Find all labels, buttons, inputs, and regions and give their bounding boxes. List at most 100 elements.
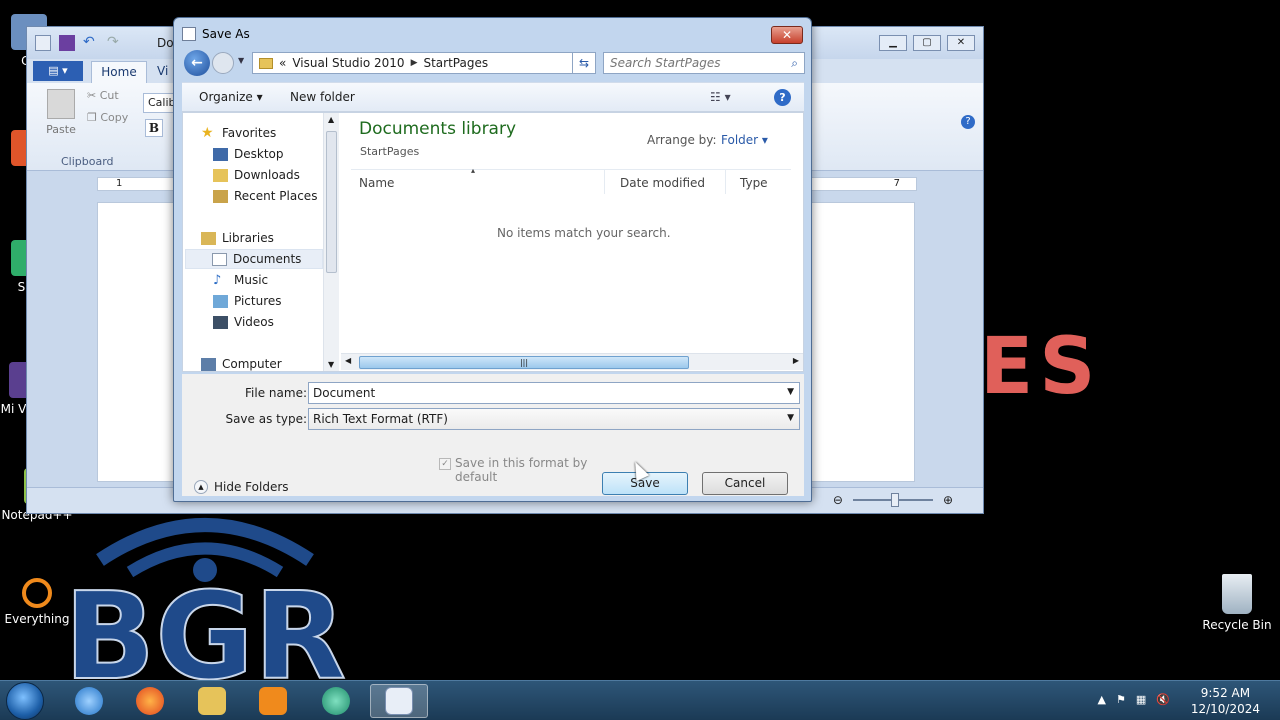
volume-muted-icon[interactable]: 🔇 — [1156, 693, 1170, 706]
file-name-dropdown-icon[interactable]: ▼ — [787, 387, 794, 397]
app-icon — [322, 687, 350, 715]
file-name-input[interactable]: Document ▼ — [308, 382, 800, 404]
tab-home[interactable]: Home — [91, 61, 147, 83]
search-box[interactable]: ⌕ — [603, 52, 805, 74]
save-type-dropdown-icon[interactable]: ▼ — [787, 413, 794, 423]
new-folder-button[interactable]: New folder — [290, 90, 355, 104]
breadcrumb-visual-studio[interactable]: Visual Studio 2010 — [292, 56, 404, 70]
file-name-row: File name: Document ▼ — [182, 382, 804, 404]
search-icon[interactable]: ⌕ — [791, 56, 798, 71]
network-icon[interactable]: ▦ — [1136, 693, 1146, 706]
nav-libraries[interactable]: Libraries — [201, 228, 274, 248]
show-hidden-icons-icon[interactable]: ▲ — [1098, 693, 1106, 706]
desktop-icon-label: Recycle Bin — [1202, 618, 1272, 632]
zoom-in-icon[interactable]: ⊕ — [943, 493, 953, 507]
column-divider[interactable] — [604, 170, 605, 194]
nav-recent-places[interactable]: Recent Places — [213, 186, 317, 206]
dialog-title: Save As — [202, 27, 250, 41]
scroll-right-icon[interactable]: ▶ — [793, 356, 799, 365]
nav-music[interactable]: ♪ Music — [213, 270, 268, 290]
tab-view[interactable]: Vi — [157, 64, 168, 78]
desktop-icon — [213, 147, 228, 161]
column-divider[interactable] — [725, 170, 726, 194]
change-view-button[interactable]: ☷ ▾ — [710, 90, 731, 104]
recent-places-icon — [213, 189, 228, 203]
save-format-default-checkbox[interactable]: ✓ Save in this format by default — [439, 456, 589, 484]
nav-label: Music — [234, 273, 269, 287]
zoom-slider[interactable] — [852, 493, 933, 507]
arrange-by-dropdown[interactable]: Folder ▾ — [721, 133, 768, 147]
scroll-down-icon[interactable]: ▼ — [328, 360, 334, 369]
save-format-default-label: Save in this format by default — [455, 456, 588, 484]
column-date-modified[interactable]: Date modified — [620, 176, 705, 190]
scroll-left-icon[interactable]: ◀ — [345, 356, 351, 365]
word-app-icon[interactable] — [35, 35, 51, 51]
taskbar-media-player[interactable] — [244, 684, 302, 718]
nav-computer[interactable]: Computer — [201, 354, 282, 374]
file-menu-button[interactable]: ▤ ▾ — [33, 61, 83, 81]
clock[interactable]: 9:52 AM 12/10/2024 — [1191, 685, 1260, 717]
nav-label: Desktop — [234, 147, 284, 161]
save-type-select[interactable]: Rich Text Format (RTF) ▼ — [308, 408, 800, 430]
paste-button[interactable]: Paste — [41, 89, 81, 136]
save-icon[interactable] — [59, 35, 75, 51]
bold-button[interactable]: B — [145, 119, 163, 137]
address-bar[interactable]: « Visual Studio 2010 ▶ StartPages ▼ — [252, 52, 596, 74]
copy-button[interactable]: ❐ Copy — [87, 111, 128, 124]
cut-button[interactable]: ✂ Cut — [87, 89, 119, 102]
cancel-button[interactable]: Cancel — [702, 472, 788, 495]
checkbox-check-icon[interactable]: ✓ — [439, 458, 451, 470]
dialog-close-button[interactable]: ✕ — [771, 26, 803, 44]
taskbar-firefox[interactable] — [121, 684, 179, 718]
taskbar-app[interactable] — [307, 684, 365, 718]
breadcrumb-chevron-icon[interactable]: ▶ — [411, 58, 418, 68]
search-input[interactable] — [604, 53, 774, 73]
horizontal-scrollbar-thumb[interactable]: ||| — [359, 356, 689, 369]
views-icon: ☷ — [710, 90, 721, 104]
help-icon[interactable]: ? — [774, 89, 791, 106]
desktop-icon-recycle-bin[interactable]: Recycle Bin — [1200, 574, 1274, 632]
nav-favorites[interactable]: ★ Favorites — [201, 123, 276, 143]
nav-documents[interactable]: Documents — [185, 249, 323, 269]
undo-icon[interactable]: ↶ — [83, 35, 99, 51]
taskbar-file-explorer[interactable] — [183, 684, 241, 718]
nav-label: Videos — [234, 315, 274, 329]
libraries-icon — [201, 231, 216, 245]
horizontal-scrollbar[interactable]: ◀ ||| ▶ — [341, 353, 803, 370]
redo-icon[interactable]: ↷ — [107, 35, 123, 51]
nav-downloads[interactable]: Downloads — [213, 165, 300, 185]
minimize-button[interactable]: ▁ — [879, 35, 907, 51]
address-overflow[interactable]: « — [279, 56, 286, 70]
hide-folders-button[interactable]: ▲ Hide Folders — [194, 480, 289, 494]
zoom-out-icon[interactable]: ⊖ — [833, 493, 843, 507]
recent-locations-dropdown[interactable]: ▼ — [238, 56, 244, 65]
action-center-icon[interactable]: ⚑ — [1116, 693, 1126, 706]
nav-desktop[interactable]: Desktop — [213, 144, 284, 164]
paste-label: Paste — [46, 123, 76, 136]
column-name[interactable]: Name — [359, 176, 394, 190]
close-button[interactable]: ✕ — [947, 35, 975, 51]
forward-button[interactable] — [212, 52, 234, 74]
empty-message: No items match your search. — [497, 226, 671, 240]
nav-pictures[interactable]: Pictures — [213, 291, 282, 311]
column-type[interactable]: Type — [740, 176, 768, 190]
library-subtitle: StartPages — [360, 145, 420, 158]
taskbar-internet-explorer[interactable] — [60, 684, 118, 718]
zoom-slider-knob[interactable] — [890, 493, 899, 507]
breadcrumb-startpages[interactable]: StartPages — [423, 56, 488, 70]
nav-videos[interactable]: Videos — [213, 312, 274, 332]
organize-button[interactable]: Organize ▾ — [199, 90, 263, 104]
nav-scrollbar-thumb[interactable] — [326, 131, 337, 273]
bgr-logo-text: BGR — [64, 568, 346, 685]
scroll-up-icon[interactable]: ▲ — [328, 115, 334, 124]
maximize-button[interactable]: ▢ — [913, 35, 941, 51]
back-button[interactable]: ← — [184, 50, 210, 76]
taskbar-wordpad[interactable] — [370, 684, 428, 718]
start-button[interactable] — [6, 682, 44, 720]
folder-icon — [198, 687, 226, 715]
nav-scrollbar[interactable]: ▲ ▼ — [323, 113, 339, 371]
help-icon[interactable]: ? — [961, 115, 975, 129]
refresh-button[interactable]: ⇆ — [572, 52, 596, 74]
save-type-value: Rich Text Format (RTF) — [313, 412, 448, 426]
dialog-body: ★ Favorites Desktop Downloads Recent Pla… — [182, 112, 804, 372]
